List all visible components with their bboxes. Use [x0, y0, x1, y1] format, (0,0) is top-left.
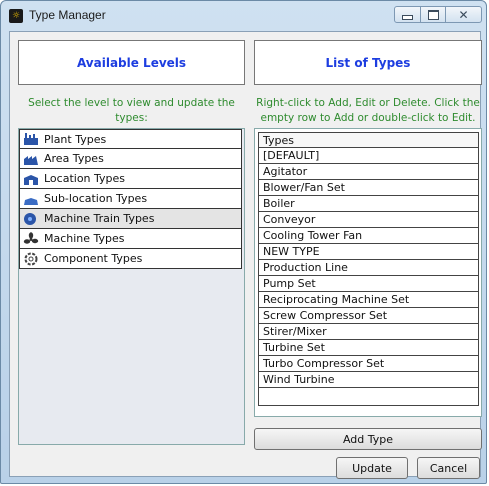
machine-icon	[23, 231, 39, 246]
level-item[interactable]: Machine Train Types	[19, 209, 242, 229]
types-table: Types [DEFAULT] Agitator Blower/Fan Set Boi…	[254, 128, 482, 417]
type-row[interactable]: Pump Set	[258, 276, 479, 292]
types-instruction: Right-click to Add, Edit or Delete. Clic…	[256, 97, 480, 124]
levels-instruction: Select the level to view and update the …	[28, 97, 235, 124]
level-item[interactable]: Component Types	[19, 249, 242, 269]
level-item-label: Plant Types	[44, 132, 107, 146]
level-item-label: Machine Types	[44, 232, 125, 245]
minimize-icon	[402, 15, 413, 20]
close-button[interactable]: ✕	[445, 6, 482, 23]
machine-train-icon	[23, 212, 39, 226]
type-row[interactable]: Agitator	[258, 164, 479, 180]
level-item[interactable]: Machine Types	[19, 229, 242, 249]
type-row[interactable]: Conveyor	[258, 212, 479, 228]
type-row[interactable]: Cooling Tower Fan	[258, 228, 479, 244]
type-row[interactable]: [DEFAULT]	[258, 148, 479, 164]
type-manager-window: ☼ Type Manager ✕ Available Levels List o…	[0, 0, 487, 484]
maximize-icon	[427, 9, 439, 20]
location-icon	[23, 172, 39, 186]
dialog-body: Available Levels List of Types Select th…	[9, 31, 482, 479]
type-row[interactable]: Turbine Set	[258, 340, 479, 356]
level-item[interactable]: Location Types	[19, 169, 242, 189]
empty-add-row[interactable]	[258, 388, 479, 406]
type-row[interactable]: Boiler	[258, 196, 479, 212]
minimize-button[interactable]	[394, 6, 421, 23]
levels-list: Plant Types Area Types Location Types Sub-l…	[18, 128, 245, 445]
component-icon	[23, 252, 39, 266]
type-row[interactable]: Wind Turbine	[258, 372, 479, 388]
level-item[interactable]: Sub-location Types	[19, 189, 242, 209]
add-type-button[interactable]: Add Type	[254, 428, 482, 450]
list-of-types-heading: List of Types	[254, 40, 482, 85]
update-button[interactable]: Update	[336, 457, 408, 479]
level-item-label: Sub-location Types	[44, 192, 148, 205]
level-item[interactable]: Plant Types	[19, 129, 242, 149]
maximize-button[interactable]	[420, 6, 446, 23]
type-row[interactable]: Screw Compressor Set	[258, 308, 479, 324]
level-item-label: Machine Train Types	[44, 212, 155, 225]
plant-icon	[23, 132, 39, 146]
sub-location-icon	[23, 192, 39, 206]
type-row[interactable]: Turbo Compressor Set	[258, 356, 479, 372]
close-icon: ✕	[458, 7, 469, 22]
app-icon: ☼	[9, 9, 23, 23]
window-title: Type Manager	[29, 8, 106, 22]
type-row[interactable]: Production Line	[258, 260, 479, 276]
area-icon	[23, 152, 39, 166]
type-row[interactable]: Reciprocating Machine Set	[258, 292, 479, 308]
level-item-label: Component Types	[44, 252, 143, 265]
type-row[interactable]: Stirer/Mixer	[258, 324, 479, 340]
type-row[interactable]: Blower/Fan Set	[258, 180, 479, 196]
level-item-label: Location Types	[44, 172, 126, 185]
types-column-header: Types	[258, 132, 479, 148]
level-item[interactable]: Area Types	[19, 149, 242, 169]
level-item-label: Area Types	[44, 152, 104, 165]
type-row[interactable]: NEW TYPE	[258, 244, 479, 260]
title-bar[interactable]: ☼ Type Manager ✕	[1, 1, 486, 31]
available-levels-heading: Available Levels	[18, 40, 245, 85]
cancel-button[interactable]: Cancel	[417, 457, 480, 479]
